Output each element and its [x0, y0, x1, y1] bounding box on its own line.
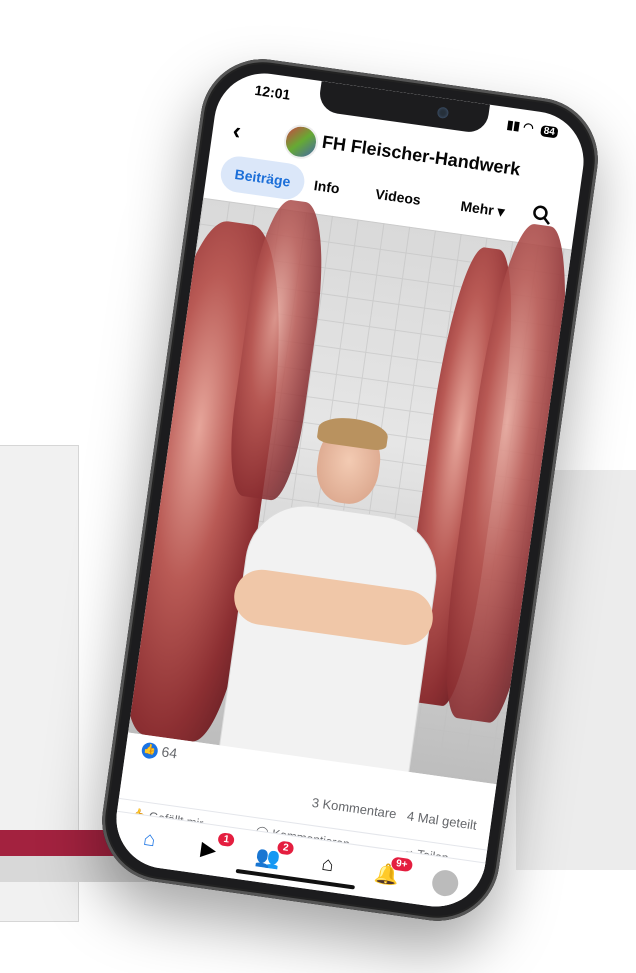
video-badge: 1 — [217, 832, 235, 848]
tab-videos[interactable]: Videos — [374, 186, 421, 208]
status-icons: ▮▮ ◠ 84 — [505, 117, 559, 139]
tab-beitraege[interactable]: Beiträge — [218, 154, 307, 202]
comment-count[interactable]: 3 Kommentare — [311, 795, 398, 822]
reaction-count[interactable]: 👍 64 — [140, 741, 179, 763]
friends-icon[interactable]: 👥 2 — [252, 840, 295, 875]
video-icon[interactable]: ▶ 1 — [193, 832, 235, 867]
signal-icon: ▮▮ — [505, 117, 521, 134]
like-count: 64 — [160, 743, 179, 762]
like-reaction-icon: 👍 — [140, 741, 159, 761]
battery-icon: 84 — [539, 125, 559, 139]
home-icon[interactable]: ⌂ — [133, 827, 165, 859]
status-time: 12:01 — [253, 81, 292, 103]
search-icon[interactable] — [531, 204, 554, 227]
page-avatar[interactable] — [281, 122, 321, 161]
post-photo[interactable] — [110, 196, 583, 785]
friends-badge: 2 — [277, 840, 295, 856]
marketplace-icon[interactable]: ⌂ — [311, 852, 343, 884]
camera-icon — [436, 106, 450, 119]
back-icon[interactable]: ‹ — [231, 117, 243, 146]
profile-avatar[interactable] — [430, 868, 460, 898]
engagement-counts: 3 Kommentare 4 Mal geteilt — [311, 795, 478, 833]
tab-mehr[interactable]: Mehr ▾ — [459, 198, 506, 221]
wifi-icon: ◠ — [522, 119, 535, 135]
bell-icon[interactable]: 🔔 9+ — [371, 856, 414, 892]
notch — [317, 81, 490, 135]
notifications-badge: 9+ — [390, 856, 414, 873]
tab-info[interactable]: Info — [313, 177, 341, 196]
share-count[interactable]: 4 Mal geteilt — [406, 808, 477, 833]
